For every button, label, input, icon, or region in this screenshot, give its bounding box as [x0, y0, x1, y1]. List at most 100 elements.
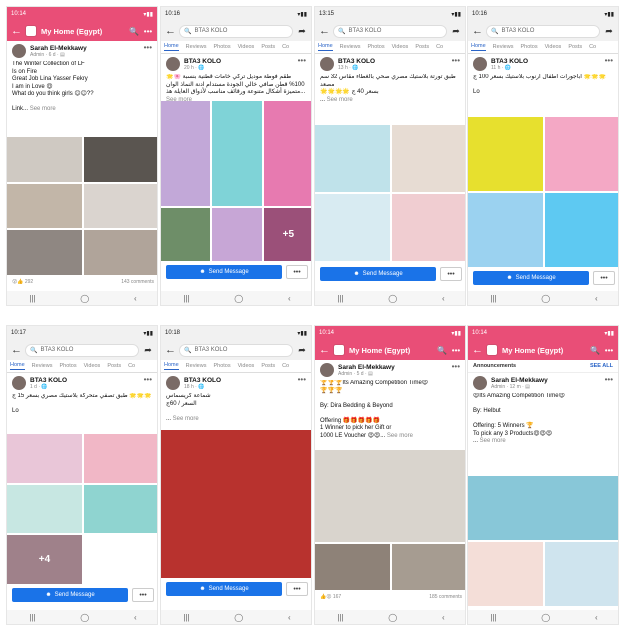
- tab-photos[interactable]: Photos: [213, 44, 230, 50]
- tab-videos[interactable]: Videos: [545, 44, 562, 50]
- more-actions-button[interactable]: •••: [286, 265, 308, 279]
- author-name[interactable]: Sarah El-Mekkawy: [30, 45, 87, 52]
- search-field[interactable]: 🔍 BTA3 KOLO: [179, 343, 293, 357]
- search-icon[interactable]: 🔍: [129, 27, 139, 36]
- author-avatar[interactable]: [12, 44, 26, 58]
- author-avatar[interactable]: [320, 57, 334, 71]
- tab-photos[interactable]: Photos: [213, 363, 230, 369]
- recents-icon[interactable]: |||: [183, 613, 189, 622]
- search-field[interactable]: 🔍 BTA3 KOLO: [486, 24, 600, 38]
- home-icon[interactable]: ◯: [388, 613, 397, 622]
- search-field[interactable]: 🔍 BTA3 KOLO: [179, 24, 293, 38]
- photo-tile[interactable]: [161, 101, 211, 207]
- tab-posts[interactable]: Posts: [107, 363, 121, 369]
- tab-reviews[interactable]: Reviews: [340, 44, 361, 50]
- tab-co[interactable]: Co: [589, 44, 596, 50]
- photo-tile[interactable]: [468, 193, 543, 267]
- author-name[interactable]: Sarah El-Mekkawy: [338, 364, 395, 371]
- post-more-icon[interactable]: •••: [298, 56, 306, 65]
- more-photos-count[interactable]: +5: [263, 208, 311, 261]
- author-name[interactable]: BTA3 KOLO: [184, 377, 221, 384]
- photo-tile[interactable]: [545, 117, 618, 191]
- author-avatar[interactable]: [473, 57, 487, 71]
- group-avatar[interactable]: [25, 25, 37, 37]
- home-icon[interactable]: ◯: [234, 294, 243, 303]
- home-icon[interactable]: ◯: [80, 613, 89, 622]
- back-icon[interactable]: ‹: [134, 294, 137, 303]
- author-name[interactable]: BTA3 KOLO: [338, 58, 375, 65]
- back-arrow-icon[interactable]: ←: [319, 25, 330, 37]
- tab-co[interactable]: Co: [282, 363, 289, 369]
- recents-icon[interactable]: |||: [337, 294, 343, 303]
- share-icon[interactable]: ➦: [297, 345, 307, 356]
- author-name[interactable]: BTA3 KOLO: [30, 377, 67, 384]
- group-title[interactable]: My Home (Egypt): [502, 346, 586, 355]
- search-field[interactable]: 🔍 BTA3 KOLO: [333, 24, 447, 38]
- photo-tile[interactable]: [7, 137, 82, 182]
- post-more-icon[interactable]: •••: [605, 56, 613, 65]
- photo-tile[interactable]: [545, 542, 618, 606]
- back-icon[interactable]: ‹: [595, 294, 598, 303]
- back-icon[interactable]: ‹: [288, 613, 291, 622]
- back-arrow-icon[interactable]: ←: [165, 25, 176, 37]
- author-avatar[interactable]: [473, 376, 487, 390]
- tab-home[interactable]: Home: [164, 43, 179, 51]
- photo-tile[interactable]: [545, 193, 618, 267]
- back-arrow-icon[interactable]: ←: [472, 25, 483, 37]
- see-all-link[interactable]: SEE ALL: [590, 363, 613, 369]
- search-icon[interactable]: 🔍: [590, 346, 600, 355]
- recents-icon[interactable]: |||: [29, 294, 35, 303]
- photo-tile[interactable]: [84, 183, 157, 229]
- tab-home[interactable]: Home: [318, 43, 333, 51]
- group-title[interactable]: My Home (Egypt): [41, 27, 125, 36]
- photo-tile[interactable]: [84, 434, 157, 483]
- post-more-icon[interactable]: •••: [605, 375, 613, 384]
- tab-reviews[interactable]: Reviews: [186, 363, 207, 369]
- home-icon[interactable]: ◯: [541, 613, 550, 622]
- tab-posts[interactable]: Posts: [261, 363, 275, 369]
- see-more-link[interactable]: See more: [387, 433, 413, 439]
- author-avatar[interactable]: [12, 376, 26, 390]
- more-actions-button[interactable]: •••: [132, 588, 154, 602]
- back-icon[interactable]: ‹: [595, 613, 598, 622]
- tab-posts[interactable]: Posts: [261, 44, 275, 50]
- comment-count[interactable]: 143 comments: [121, 279, 154, 285]
- photo-tile[interactable]: [7, 183, 82, 229]
- tab-co[interactable]: Co: [282, 44, 289, 50]
- send-message-button[interactable]: ☻ Send Message: [320, 267, 436, 281]
- share-icon[interactable]: ➦: [604, 26, 614, 37]
- post-more-icon[interactable]: •••: [452, 56, 460, 65]
- tab-reviews[interactable]: Reviews: [32, 363, 53, 369]
- tab-posts[interactable]: Posts: [415, 44, 429, 50]
- author-name[interactable]: Sarah El-Mekkawy: [491, 377, 548, 384]
- see-more-link[interactable]: See more: [30, 106, 56, 112]
- tab-co[interactable]: Co: [128, 363, 135, 369]
- recents-icon[interactable]: |||: [183, 294, 189, 303]
- author-avatar[interactable]: [166, 376, 180, 390]
- share-icon[interactable]: ➦: [143, 345, 153, 356]
- comment-count[interactable]: 185 comments: [429, 594, 462, 600]
- photo-tile[interactable]: [315, 544, 390, 590]
- send-message-button[interactable]: ☻ Send Message: [12, 588, 128, 602]
- more-photos-count[interactable]: +4: [7, 535, 82, 584]
- more-actions-button[interactable]: •••: [440, 267, 462, 281]
- send-message-button[interactable]: ☻ Send Message: [166, 582, 282, 596]
- more-options-icon[interactable]: •••: [604, 346, 614, 355]
- photo-tile[interactable]: [212, 208, 262, 261]
- photo-tile[interactable]: [392, 125, 465, 192]
- tab-videos[interactable]: Videos: [84, 363, 101, 369]
- photo-tile[interactable]: [315, 194, 390, 261]
- back-icon[interactable]: ‹: [442, 294, 445, 303]
- more-options-icon[interactable]: •••: [143, 27, 153, 36]
- back-icon[interactable]: ‹: [442, 613, 445, 622]
- back-arrow-icon[interactable]: ←: [11, 25, 22, 37]
- post-more-icon[interactable]: •••: [144, 375, 152, 384]
- photo-tile[interactable]: [7, 230, 82, 275]
- photo-tile[interactable]: [7, 484, 82, 534]
- author-name[interactable]: BTA3 KOLO: [184, 58, 221, 65]
- more-actions-button[interactable]: •••: [593, 271, 615, 285]
- photo-tile[interactable]: [7, 434, 82, 483]
- photo-tile[interactable]: [161, 208, 211, 261]
- tab-reviews[interactable]: Reviews: [493, 44, 514, 50]
- tab-videos[interactable]: Videos: [238, 44, 255, 50]
